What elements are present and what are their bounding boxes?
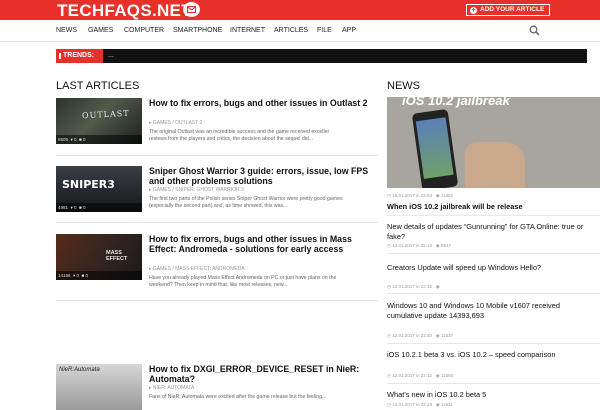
news-meta: ◷ 12.01.2017 in 22:40 ◉ 11537 xyxy=(387,333,454,338)
divider xyxy=(387,253,600,254)
phone-shape xyxy=(411,108,459,188)
article-thumbnail[interactable]: SNIPER3 4981 ▾ 0 ■ 0 xyxy=(56,166,142,212)
news-heading: NEWS xyxy=(387,80,420,92)
news-title[interactable]: What’s new in iOS 10.2 beta 5 xyxy=(387,390,597,400)
site-logo[interactable]: TECHFAQS.NET xyxy=(57,1,192,21)
news-meta: ◷ 12.01.2017 in 22:13 ◉ 9947 xyxy=(387,243,451,248)
main-nav: NEWS GAMES COMPUTER SMARTPHONE INTERNET … xyxy=(0,20,600,42)
thumb-caption: OUTLAST xyxy=(81,108,130,121)
nav-item-news[interactable]: NEWS xyxy=(56,27,77,34)
trends-label: TRENDS: xyxy=(56,49,103,63)
news-title[interactable]: iOS 10.2.1 beta 3 vs. iOS 10.2 – speed c… xyxy=(387,350,597,360)
article-excerpt: The first two parts of the Polish series… xyxy=(149,196,343,209)
trends-bar: TRENDS: ... xyxy=(56,49,587,63)
divider xyxy=(387,215,600,216)
nav-item-computer[interactable]: COMPUTER xyxy=(124,27,164,34)
article-stats: 6509 ▾ 0 ■ 0 xyxy=(56,135,142,144)
article-category[interactable]: ▸ GAMES / SNIPER: GHOST WARRIOR 3 xyxy=(149,187,244,193)
last-articles-heading: LAST ARTICLES xyxy=(56,80,140,92)
article-thumbnail[interactable]: MASS EFFECT 14156 ▾ 0 ■ 0 xyxy=(56,234,142,280)
search-icon[interactable] xyxy=(529,25,540,36)
article-excerpt: Have you already played Mass Effect Andr… xyxy=(149,275,337,288)
thumb-caption: SNIPER3 xyxy=(62,178,115,191)
divider xyxy=(56,300,378,301)
news-meta: ◷ 12.01.2017 in 22:29 ◉ 11611 xyxy=(387,402,453,407)
plus-icon: + xyxy=(470,7,477,14)
add-article-button[interactable]: + ADD YOUR ARTICLE xyxy=(466,4,551,16)
article-thumbnail[interactable]: NieR:Automata xyxy=(56,364,142,410)
news-title[interactable]: Windows 10 and Windows 10 Mobile v1607 r… xyxy=(387,301,597,320)
divider xyxy=(56,222,378,223)
article-title[interactable]: How to fix errors, bugs and other issues… xyxy=(149,234,375,254)
news-meta: ◷ 15.01.2017 in 22:53 ◉ 11852 xyxy=(387,193,454,198)
divider xyxy=(56,155,378,156)
hand-shape xyxy=(465,142,525,188)
article-title[interactable]: How to fix DXGI_ERROR_DEVICE_RESET in Ni… xyxy=(149,364,375,384)
nav-item-app[interactable]: APP xyxy=(342,27,356,34)
nav-item-smartphone[interactable]: SMARTPHONE xyxy=(173,27,222,34)
article-excerpt: The original Outlast was an incredible s… xyxy=(149,129,330,142)
nav-item-internet[interactable]: INTERNET xyxy=(230,27,265,34)
news-title[interactable]: New details of updates “Gunrunning” for … xyxy=(387,222,597,241)
article-category[interactable]: ▸ NIER: AUTOMATA xyxy=(149,385,194,391)
divider xyxy=(387,383,600,384)
mail-button[interactable] xyxy=(183,2,200,17)
thumb-caption: NieR:Automata xyxy=(59,367,100,373)
article-thumbnail[interactable]: OUTLAST 6509 ▾ 0 ■ 0 xyxy=(56,98,142,144)
news-meta: ◷ 12.01.2017 in 22:32 ◉ xyxy=(387,284,440,289)
article-stats: 4981 ▾ 0 ■ 0 xyxy=(56,203,142,212)
news-meta: ◷ 12.01.2017 in 22:12 ◉ 11594 xyxy=(387,373,454,378)
news-featured-image[interactable]: iOS 10.2 jailbreak xyxy=(387,97,600,188)
divider xyxy=(387,293,600,294)
article-title[interactable]: Sniper Ghost Warrior 3 guide: errors, is… xyxy=(149,166,375,186)
article-category[interactable]: ▸ GAMES / OUTLAST 2 xyxy=(149,120,202,126)
news-title[interactable]: Creators Update will speed up Windows He… xyxy=(387,263,597,273)
thumb-caption: MASS EFFECT xyxy=(106,250,128,262)
envelope-icon xyxy=(187,6,196,13)
divider xyxy=(387,343,600,344)
add-article-label: ADD YOUR ARTICLE xyxy=(480,6,545,13)
article-title[interactable]: How to fix errors, bugs and other issues… xyxy=(149,98,375,108)
news-image-caption: iOS 10.2 jailbreak xyxy=(402,97,510,108)
nav-item-file[interactable]: FILE xyxy=(317,27,332,34)
news-title[interactable]: When iOS 10.2 jailbreak will be release xyxy=(387,202,600,212)
trends-text[interactable]: ... xyxy=(108,49,114,63)
nav-item-games[interactable]: GAMES xyxy=(88,27,113,34)
article-category[interactable]: ▸ GAMES / MASS EFFECT: ANDROMEDA xyxy=(149,266,245,272)
article-stats: 14156 ▾ 0 ■ 0 xyxy=(56,271,142,280)
nav-item-articles[interactable]: ARTICLES xyxy=(274,27,308,34)
